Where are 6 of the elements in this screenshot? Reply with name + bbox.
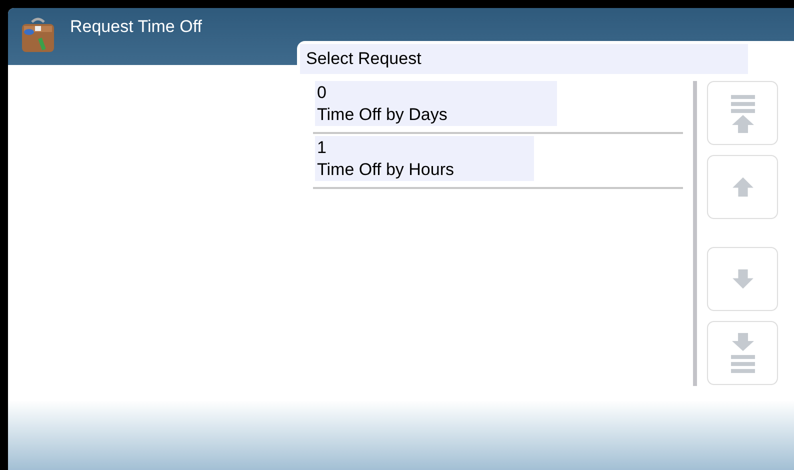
request-item[interactable]: 1 Time Off by Hours: [315, 136, 534, 181]
panel-title: Select Request: [300, 44, 748, 74]
down-arrow-icon: [730, 269, 754, 289]
up-arrow-icon: [730, 177, 754, 197]
window-title: Request Time Off: [70, 17, 202, 37]
request-item[interactable]: 0 Time Off by Days: [315, 81, 558, 126]
